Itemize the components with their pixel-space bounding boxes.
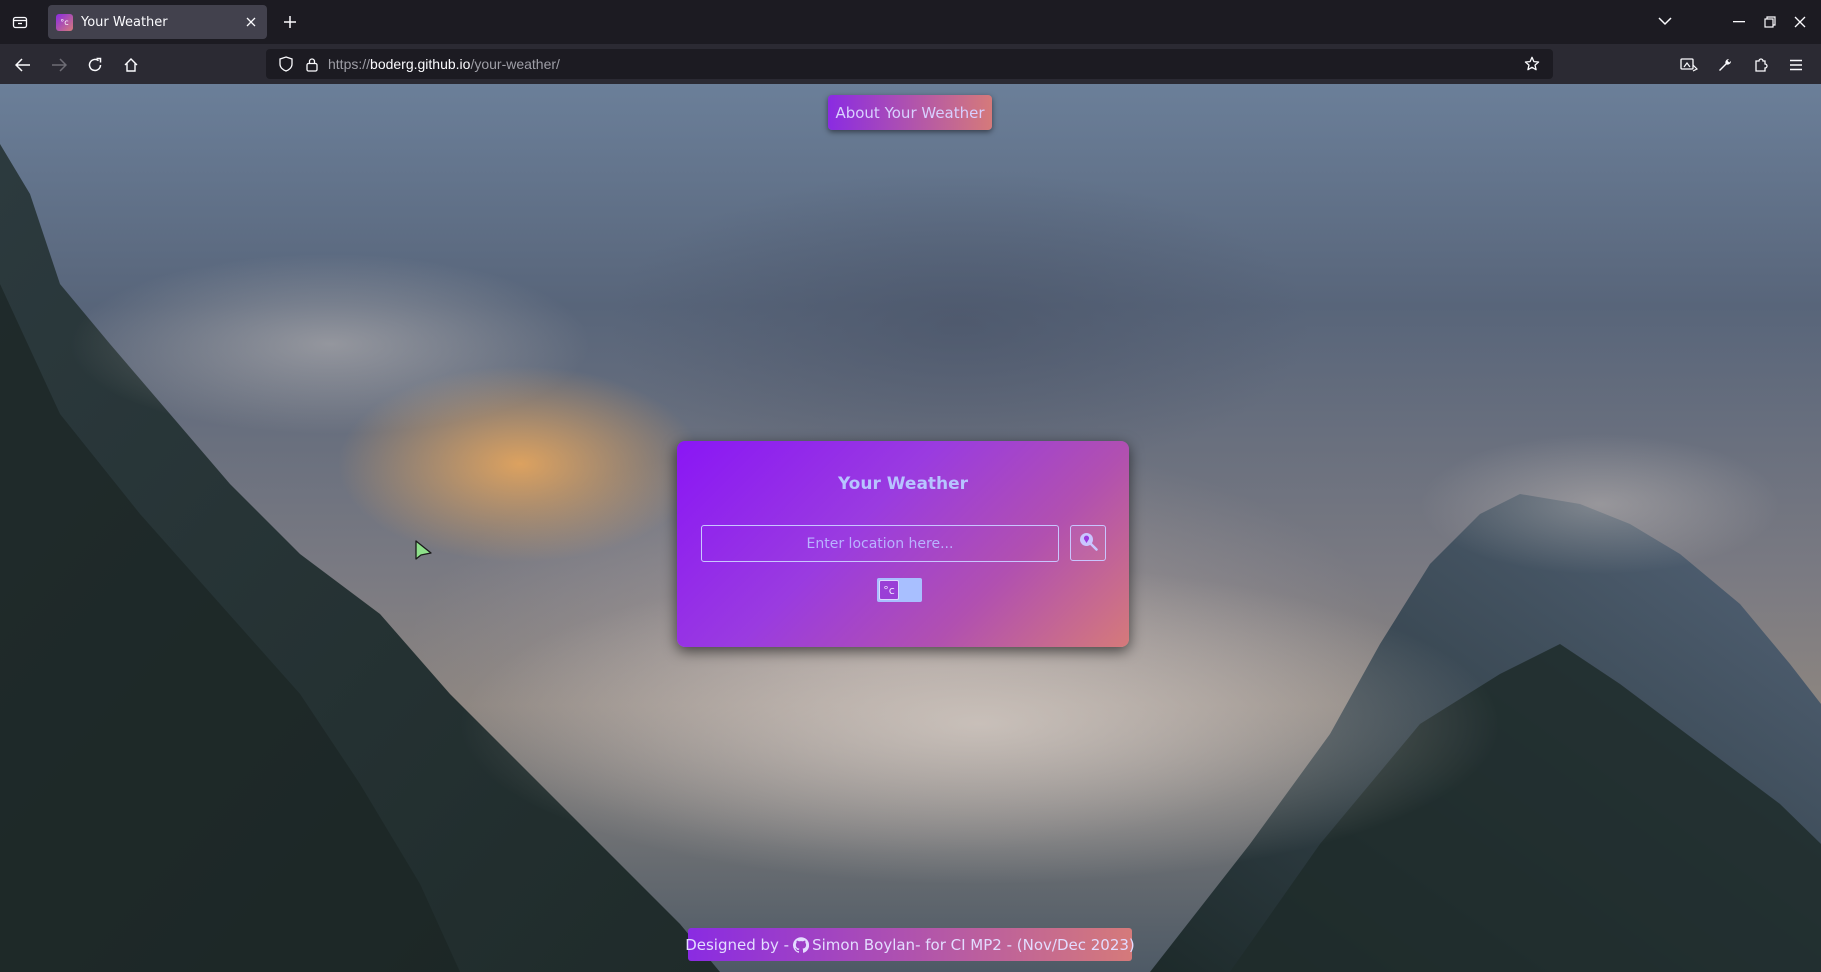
url-host: boderg.github.io (370, 56, 471, 72)
unit-toggle-knob[interactable]: °c (879, 580, 899, 600)
tab-your-weather[interactable]: °c Your Weather (48, 5, 267, 39)
about-your-weather-button[interactable]: About Your Weather (828, 95, 992, 130)
footer-prefix: Designed by - (685, 935, 790, 954)
restore-icon[interactable] (1757, 9, 1783, 35)
screenshot-icon[interactable] (1676, 52, 1702, 78)
url-scheme: https:// (328, 56, 371, 72)
close-icon[interactable] (1787, 9, 1813, 35)
browser-tab-bar: °c Your Weather (0, 0, 1821, 44)
shield-icon[interactable] (276, 54, 296, 74)
url-bar[interactable]: https://boderg.github.io/your-weather/ (266, 49, 1553, 79)
unit-toggle[interactable]: °c (877, 578, 922, 602)
footer-credit: Designed by - Simon Boylan - for CI MP2 … (685, 928, 1135, 961)
chevron-down-icon[interactable] (1654, 10, 1676, 32)
hamburger-icon[interactable] (1783, 52, 1809, 78)
puzzle-icon[interactable] (1748, 52, 1774, 78)
tab-title: Your Weather (81, 14, 168, 30)
footer-author-link[interactable]: Simon Boylan (812, 936, 915, 954)
home-icon[interactable] (118, 52, 144, 78)
search-location-icon (1078, 531, 1098, 555)
tab-overview-icon[interactable] (8, 10, 32, 34)
plus-icon[interactable] (279, 11, 301, 33)
arrow-right-icon[interactable] (46, 52, 72, 78)
weather-search-card: Your Weather °c (677, 441, 1129, 647)
url-path: /your-weather/ (470, 56, 560, 72)
star-icon[interactable] (1521, 53, 1543, 75)
location-search-input[interactable] (701, 525, 1059, 562)
close-icon[interactable] (243, 14, 259, 30)
wrench-icon[interactable] (1712, 52, 1738, 78)
lock-icon[interactable] (302, 54, 322, 74)
reload-icon[interactable] (82, 52, 108, 78)
page-viewport: About Your Weather Your Weather °c Desig… (0, 84, 1821, 972)
footer-suffix: - for CI MP2 - (Nov/Dec 2023) (915, 935, 1135, 954)
arrow-left-icon[interactable] (10, 52, 36, 78)
url-text: https://boderg.github.io/your-weather/ (328, 56, 1521, 72)
tab-favicon: °c (56, 13, 73, 31)
mouse-cursor-icon (415, 540, 432, 560)
minimize-icon[interactable] (1726, 9, 1752, 35)
browser-nav-bar: https://boderg.github.io/your-weather/ (0, 44, 1821, 84)
page-title: Your Weather (837, 474, 969, 494)
github-icon[interactable] (793, 936, 810, 953)
search-button[interactable] (1070, 525, 1106, 561)
